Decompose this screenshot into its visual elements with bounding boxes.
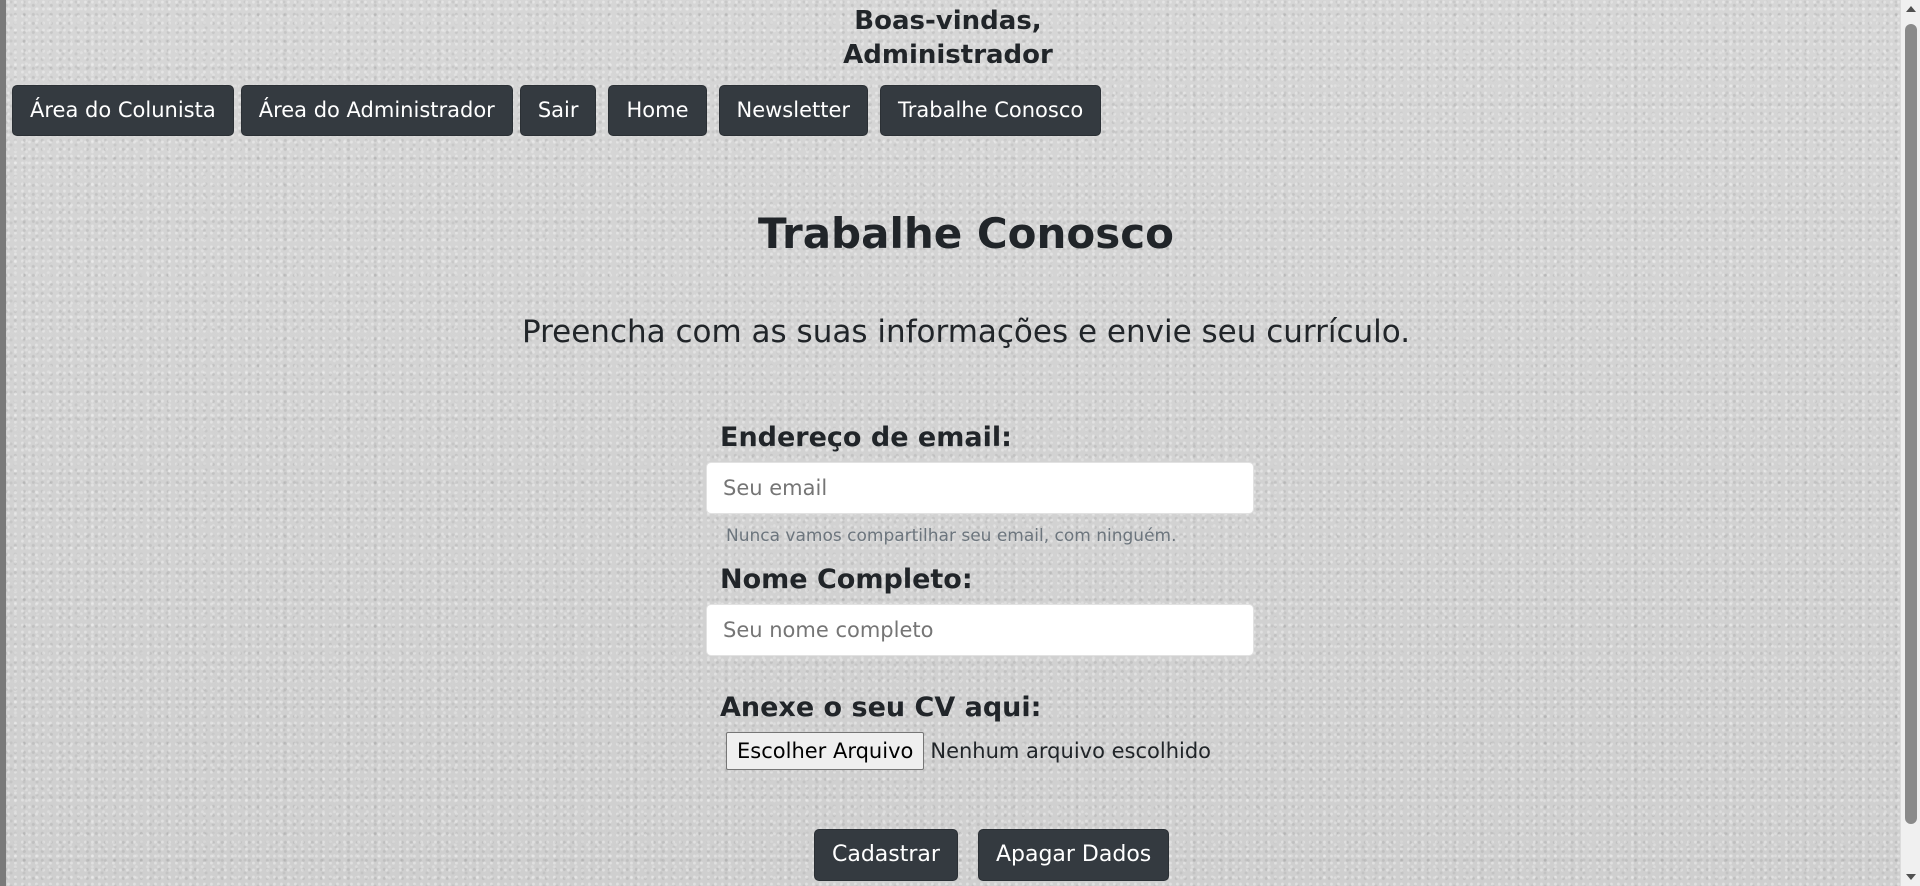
cv-label: Anexe o seu CV aqui: — [720, 692, 1042, 723]
top-nav: Área do Colunista Área do Administrador … — [12, 85, 1102, 136]
email-label: Endereço de email: — [720, 422, 1012, 453]
welcome-user-name: Administrador — [843, 40, 1053, 70]
name-label: Nome Completo: — [720, 564, 973, 595]
welcome-line-1: Boas-vindas, — [854, 6, 1042, 36]
scroll-thumb[interactable] — [1905, 24, 1917, 824]
vertical-scrollbar[interactable] — [1900, 0, 1920, 886]
nav-trabalhe-conosco-button[interactable]: Trabalhe Conosco — [880, 85, 1102, 136]
scroll-down-arrow-icon[interactable] — [1906, 874, 1916, 880]
page-subtitle: Preencha com as suas informações e envie… — [521, 314, 1411, 350]
form-actions: Cadastrar Apagar Dados — [814, 829, 1170, 881]
cv-file-input: Escolher Arquivo Nenhum arquivo escolhid… — [706, 732, 1254, 770]
email-help-text: Nunca vamos compartilhar seu email, com … — [726, 526, 1177, 546]
file-status-text: Nenhum arquivo escolhido — [930, 739, 1212, 763]
welcome-header: Boas-vindas, Administrador — [6, 4, 1906, 72]
nav-area-administrador-button[interactable]: Área do Administrador — [240, 85, 513, 136]
application-form: Endereço de email: Nunca vamos compartil… — [706, 420, 1254, 770]
nav-sair-button[interactable]: Sair — [519, 85, 597, 136]
nav-area-colunista-button[interactable]: Área do Colunista — [12, 85, 234, 136]
page-title: Trabalhe Conosco — [757, 209, 1175, 258]
submit-button[interactable]: Cadastrar — [814, 829, 958, 881]
choose-file-button[interactable]: Escolher Arquivo — [726, 732, 925, 770]
nav-newsletter-button[interactable]: Newsletter — [718, 85, 869, 136]
nav-home-button[interactable]: Home — [608, 85, 707, 136]
email-field[interactable] — [706, 462, 1254, 514]
scroll-up-arrow-icon[interactable] — [1906, 6, 1916, 12]
full-name-field[interactable] — [706, 604, 1254, 656]
clear-button[interactable]: Apagar Dados — [977, 829, 1170, 881]
